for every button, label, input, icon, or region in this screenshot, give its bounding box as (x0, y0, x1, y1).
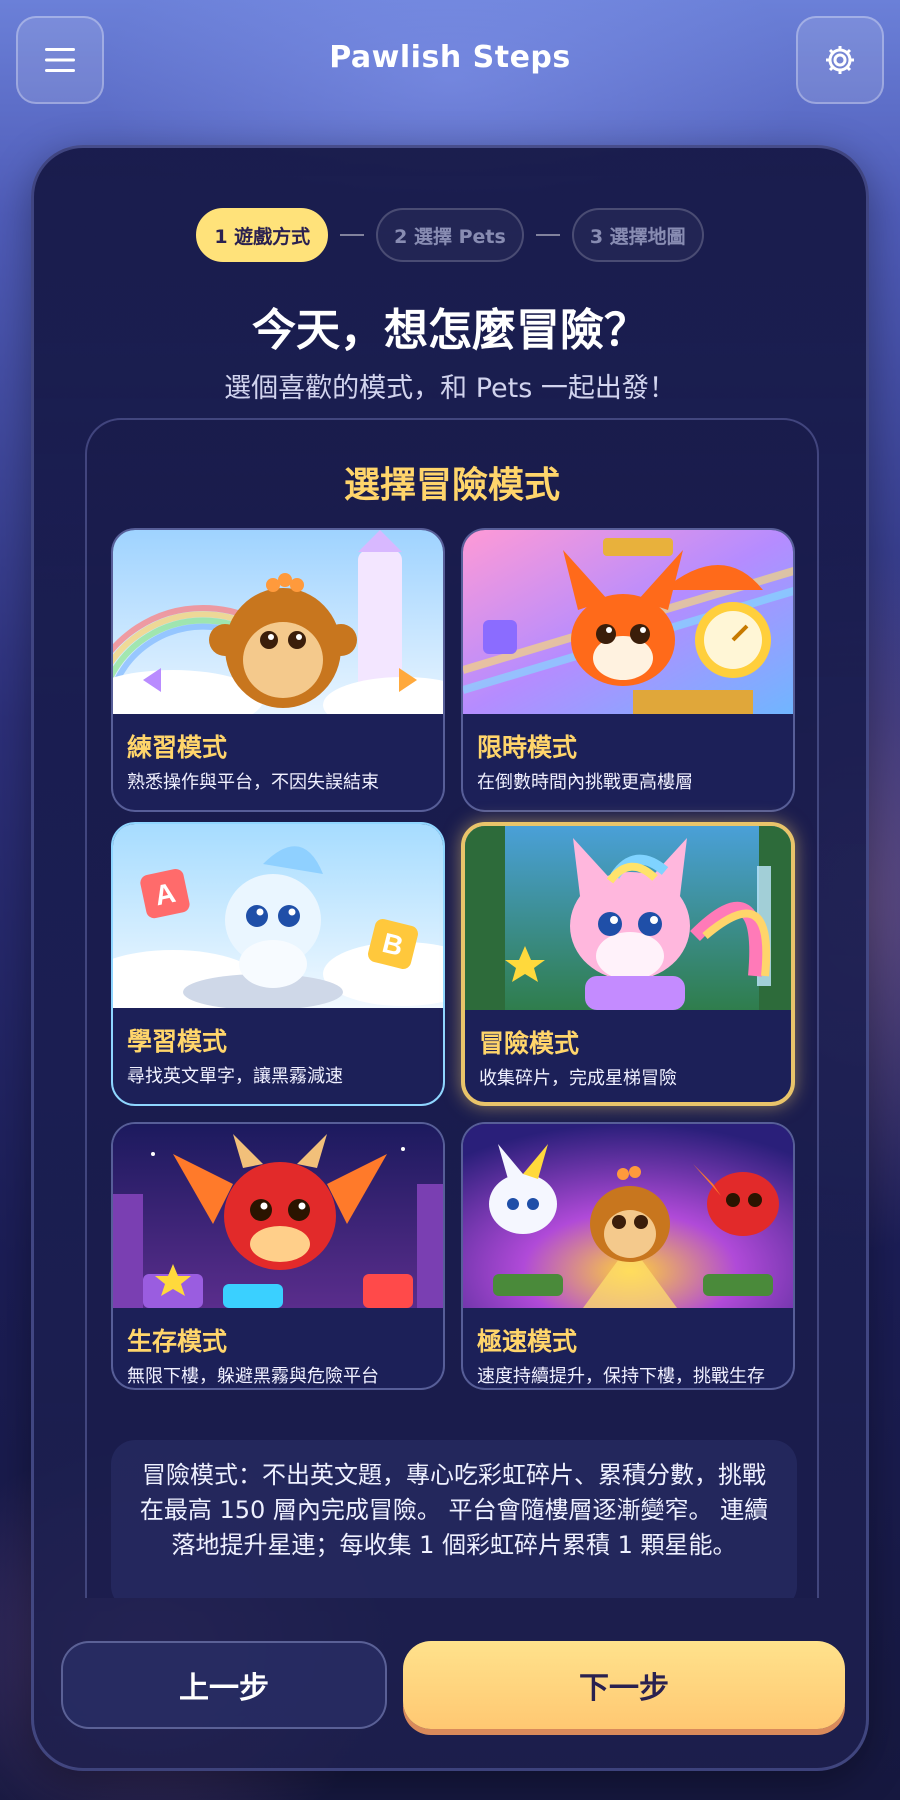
step-1-play-mode[interactable]: 1 遊戲方式 (196, 208, 329, 262)
app-title: Pawlish Steps (329, 40, 571, 75)
step-divider (340, 234, 365, 236)
mode-card-survival[interactable]: 生存模式 無限下樓，躲避黑霧與危險平台 (111, 1122, 445, 1390)
pet-team-illustration (463, 1124, 793, 1308)
mode-info: 冒險模式 收集碎片，完成星梯冒險 (465, 1010, 791, 1102)
mode-description: 在倒數時間內挑戰更高樓層 (477, 772, 693, 793)
top-bar: Pawlish Steps (0, 0, 900, 125)
setup-card: 1 遊戲方式 2 選擇 Pets 3 選擇地圖 今天，想怎麼冒險？ 選個喜歡的模… (31, 145, 869, 1771)
mode-description: 尋找英文單字，讓黑霧減速 (127, 1066, 343, 1087)
mode-description: 速度持續提升，保持下樓，挑戰生存紀錄 (477, 1366, 765, 1387)
mode-name: 極速模式 (477, 1327, 578, 1356)
mode-name: 學習模式 (127, 1027, 228, 1056)
mode-info: 學習模式 尋找英文單字，讓黑霧減速 (113, 1008, 443, 1104)
fox-pet-illustration (463, 530, 793, 714)
step-2-choose-pets[interactable]: 2 選擇 Pets (376, 208, 524, 262)
mode-name: 生存模式 (127, 1327, 228, 1356)
step-indicator: 1 遊戲方式 2 選擇 Pets 3 選擇地圖 (34, 208, 866, 262)
mode-info: 生存模式 無限下樓，躲避黑霧與危險平台 (113, 1308, 443, 1388)
mode-info: 限時模式 在倒數時間內挑戰更高樓層 (463, 714, 793, 810)
mode-card-adventure[interactable]: 冒險模式 收集碎片，完成星梯冒險 (461, 822, 795, 1106)
water-fox-pet-illustration: A B (113, 824, 443, 1008)
next-step-button[interactable]: 下一步 (403, 1641, 845, 1729)
mode-card-timed[interactable]: 限時模式 在倒數時間內挑戰更高樓層 (461, 528, 795, 812)
step-divider (535, 234, 560, 236)
page-title: 今天，想怎麼冒險？ (252, 305, 648, 356)
mode-description: 熟悉操作與平台，不因失誤結束 (127, 772, 379, 793)
mode-card-learning[interactable]: A B 學習模式 尋找英文單字，讓黑霧減速 (111, 822, 445, 1106)
panel-title: 選擇冒險模式 (343, 465, 560, 506)
mode-card-practice[interactable]: 練習模式 熟悉操作與平台，不因失誤結束 (111, 528, 445, 812)
monkey-pet-illustration (113, 530, 443, 714)
mode-info: 極速模式 速度持續提升，保持下樓，挑戰生存紀錄 (463, 1308, 793, 1388)
settings-button[interactable] (796, 16, 884, 104)
mode-panel: 選擇冒險模式 練習模式 熟悉操作與平台，不因失誤結束 限時模式 在倒數時間內挑戰… (85, 418, 819, 1598)
mode-info: 練習模式 熟悉操作與平台，不因失誤結束 (113, 714, 443, 810)
page-subtitle: 選個喜歡的模式，和 Pets 一起出發！ (224, 373, 676, 404)
rainbow-cat-pet-illustration (465, 826, 791, 1010)
mode-name: 練習模式 (127, 733, 228, 762)
mode-name: 限時模式 (477, 733, 578, 762)
step-3-choose-map[interactable]: 3 選擇地圖 (571, 208, 704, 262)
gear-icon (826, 46, 854, 74)
mode-description: 無限下樓，躲避黑霧與危險平台 (127, 1366, 379, 1387)
mode-grid: 練習模式 熟悉操作與平台，不因失誤結束 限時模式 在倒數時間內挑戰更高樓層 A … (111, 528, 797, 1428)
dragon-pet-illustration (113, 1124, 443, 1308)
mode-description: 收集碎片，完成星梯冒險 (479, 1068, 677, 1089)
mode-card-speed[interactable]: 極速模式 速度持續提升，保持下樓，挑戰生存紀錄 (461, 1122, 795, 1390)
previous-step-button[interactable]: 上一步 (61, 1641, 387, 1729)
mode-name: 冒險模式 (479, 1029, 580, 1058)
mode-description-box: 冒險模式：不出英文題，專心吃彩虹碎片、累積分數，挑戰在最高 150 層內完成冒險… (111, 1440, 797, 1598)
